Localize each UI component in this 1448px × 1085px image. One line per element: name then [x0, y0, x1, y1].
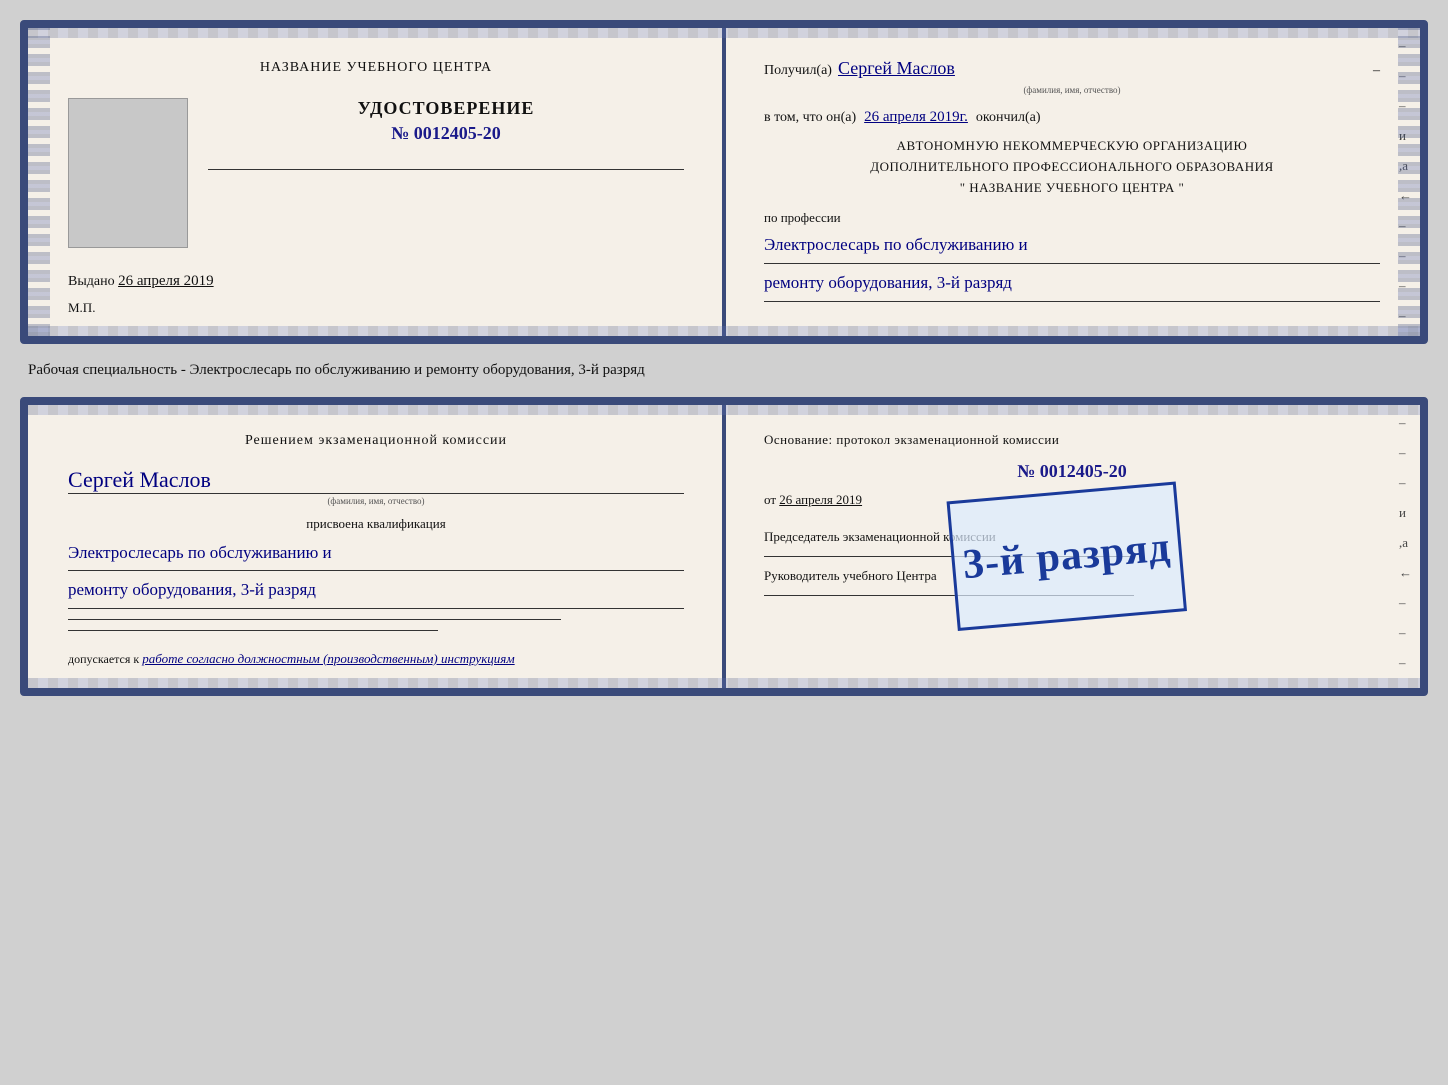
- org-line-2: ДОПОЛНИТЕЛЬНОГО ПРОФЕССИОНАЛЬНОГО ОБРАЗО…: [764, 157, 1380, 178]
- exam-dash-5: –: [1399, 625, 1412, 641]
- photo-placeholder: [68, 98, 188, 248]
- receiver-name: Сергей Маслов: [838, 58, 1367, 79]
- dash: –: [1373, 63, 1380, 79]
- vtom-date: 26 апреля 2019г.: [864, 109, 968, 126]
- fio-subtext-1: (фамилия, имя, отчество): [764, 85, 1380, 95]
- ot-label: от: [764, 492, 776, 507]
- vtom-line: в том, что он(а) 26 апреля 2019г. окончи…: [764, 109, 1380, 126]
- specialty-label: Рабочая специальность - Электрослесарь п…: [28, 362, 1428, 379]
- signature-line-1: [208, 169, 684, 170]
- vydano-label: Выдано: [68, 274, 115, 289]
- udostoverenie-label: УДОСТОВЕРЕНИЕ: [208, 98, 684, 119]
- org-block: АВТОНОМНУЮ НЕКОММЕРЧЕСКУЮ ОРГАНИЗАЦИЮ ДО…: [764, 136, 1380, 198]
- cert1-left-panel: НАЗВАНИЕ УЧЕБНОГО ЦЕНТРА УДОСТОВЕРЕНИЕ №…: [28, 28, 724, 336]
- exam-left-panel: Решением экзаменационной комиссии Сергей…: [28, 405, 724, 689]
- exam-right-edge-dashes: – – – и ,а ← – – – –: [1399, 415, 1412, 697]
- exam-letter-a: ,а: [1399, 535, 1412, 551]
- dopusk-text: работе согласно должностным (производств…: [142, 651, 514, 666]
- exam-dash-4: –: [1399, 595, 1412, 611]
- exam-heading: Решением экзаменационной комиссии: [68, 430, 684, 451]
- receiver-line: Получил(а) Сергей Маслов –: [764, 58, 1380, 79]
- exam-dash-7: –: [1399, 685, 1412, 697]
- exam-dash-3: –: [1399, 475, 1412, 491]
- org-line-3: " НАЗВАНИЕ УЧЕБНОГО ЦЕНТРА ": [764, 178, 1380, 199]
- cert1-right-panel: Получил(а) Сергей Маслов – (фамилия, имя…: [724, 28, 1420, 336]
- vydano-line: Выдано 26 апреля 2019: [68, 273, 684, 290]
- cert-details: УДОСТОВЕРЕНИЕ № 0012405-20: [208, 98, 684, 174]
- poprofessii-label: по профессии: [764, 210, 1380, 226]
- sign-line-exam-2: [68, 630, 438, 631]
- exam-fio-subtext: (фамилия, имя, отчество): [68, 496, 684, 506]
- dopuskaetsya-label: допускается к: [68, 652, 139, 666]
- cert-title-block: УДОСТОВЕРЕНИЕ № 0012405-20: [208, 98, 684, 144]
- poluchil-label: Получил(а): [764, 63, 832, 79]
- ot-date: 26 апреля 2019: [779, 492, 862, 507]
- org-line-1: АВТОНОМНУЮ НЕКОММЕРЧЕСКУЮ ОРГАНИЗАЦИЮ: [764, 136, 1380, 157]
- cert-number: № 0012405-20: [208, 123, 684, 144]
- osnovanie-label: Основание: протокол экзаменационной коми…: [764, 430, 1380, 450]
- prisvoena-label: присвоена квалификация: [68, 516, 684, 532]
- certificate-card-1: НАЗВАНИЕ УЧЕБНОГО ЦЕНТРА УДОСТОВЕРЕНИЕ №…: [20, 20, 1428, 344]
- vydano-date: 26 апреля 2019: [118, 273, 214, 289]
- exam-dash-1: –: [1399, 415, 1412, 431]
- exam-name: Сергей Маслов: [68, 467, 684, 494]
- qual-line-2: ремонту оборудования, 3-й разряд: [68, 575, 684, 609]
- stamp: 3-й разряд: [947, 482, 1187, 632]
- profession-line-1: Электрослесарь по обслуживанию и: [764, 230, 1380, 264]
- right-border-pattern: [1398, 28, 1420, 336]
- vtom-label: в том, что он(а): [764, 110, 856, 126]
- mp-label: М.П.: [68, 300, 684, 316]
- certificate-card-2: Решением экзаменационной комиссии Сергей…: [20, 397, 1428, 697]
- page-wrapper: НАЗВАНИЕ УЧЕБНОГО ЦЕНТРА УДОСТОВЕРЕНИЕ №…: [20, 20, 1428, 696]
- qual-line-1: Электрослесарь по обслуживанию и: [68, 538, 684, 572]
- proto-number: № 0012405-20: [764, 461, 1380, 482]
- exam-letter-i: и: [1399, 505, 1412, 521]
- okончil-label: окончил(а): [976, 110, 1041, 126]
- stamp-text: 3-й разряд: [961, 524, 1173, 590]
- cert-photo-area: УДОСТОВЕРЕНИЕ № 0012405-20: [68, 98, 684, 248]
- exam-arrow: ←: [1399, 565, 1412, 581]
- exam-right-panel: Основание: протокол экзаменационной коми…: [724, 405, 1420, 689]
- dopuskaetsya-line: допускается к работе согласно должностны…: [68, 649, 684, 669]
- exam-dash-2: –: [1399, 445, 1412, 461]
- exam-dash-6: –: [1399, 655, 1412, 671]
- profession-line-2: ремонту оборудования, 3-й разряд: [764, 268, 1380, 302]
- org-title-left: НАЗВАНИЕ УЧЕБНОГО ЦЕНТРА: [68, 58, 684, 78]
- sign-line-exam: [68, 619, 561, 620]
